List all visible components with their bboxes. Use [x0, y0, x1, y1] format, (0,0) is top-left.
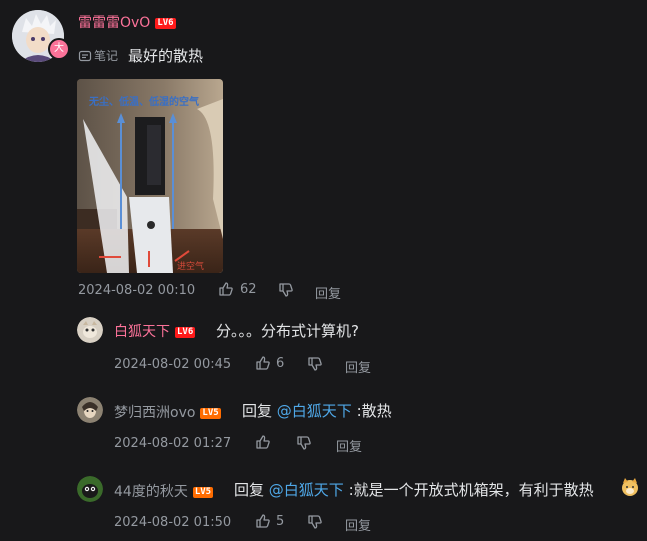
like-button[interactable]: 5 — [255, 513, 284, 529]
note-tag-label: 笔记 — [94, 49, 119, 63]
doge-emoji-icon — [620, 477, 640, 497]
level-badge: LV5 — [200, 407, 221, 419]
like-count: 5 — [276, 513, 285, 529]
reply-time: 2024-08-02 01:27 — [114, 436, 232, 451]
reply-avatar[interactable] — [77, 476, 103, 502]
reply-avatar[interactable] — [77, 397, 103, 423]
dislike-button[interactable] — [296, 435, 312, 451]
reply-button[interactable]: 回复 — [336, 436, 362, 455]
reply-text: 分。。。分布式计算机? — [216, 322, 359, 340]
note-tag: 笔记 — [78, 47, 118, 64]
reply-author[interactable]: 白狐天下 LV6 — [114, 321, 196, 341]
reply-avatar[interactable] — [77, 317, 103, 343]
image-label: 进空气 — [177, 262, 205, 272]
comment-author[interactable]: 雷雷雷OvO LV6 — [78, 12, 176, 32]
reply-button[interactable]: 回复 — [345, 357, 371, 376]
like-button[interactable]: 6 — [255, 355, 284, 371]
thumb-up-icon — [256, 356, 270, 370]
reply-button[interactable]: 回复 — [345, 515, 371, 534]
reply-author[interactable]: 44度的秋天 LV5 — [114, 481, 214, 501]
dislike-button[interactable] — [278, 282, 294, 298]
thumb-down-icon — [279, 283, 293, 297]
comment-body: 笔记 最好的散热 — [78, 45, 203, 66]
reply-author[interactable]: 梦归西洲ovo LV5 — [114, 402, 221, 422]
thumb-down-icon — [308, 515, 322, 529]
reply-content: 回复 @白狐天下 :就是一个开放式机箱架，有利于散热 — [234, 479, 594, 500]
username[interactable]: 梦归西洲ovo — [114, 405, 195, 421]
reply-prefix: 回复 — [242, 402, 273, 420]
reply-time: 2024-08-02 01:50 — [114, 515, 232, 530]
username[interactable]: 雷雷雷OvO — [78, 15, 150, 31]
comment-time: 2024-08-02 00:10 — [78, 283, 196, 298]
like-count: 62 — [240, 281, 257, 297]
image-caption: 无尘、低温、低湿的空气 — [89, 97, 199, 108]
reply-content: 回复 @白狐天下 :散热 — [242, 400, 392, 421]
reply-button[interactable]: 回复 — [315, 283, 341, 302]
like-count: 6 — [276, 355, 285, 371]
reply-time: 2024-08-02 00:45 — [114, 357, 232, 372]
comment-meta: 2024-08-02 00:10 — [78, 283, 195, 298]
thumb-up-icon — [219, 282, 233, 296]
level-badge: LV5 — [192, 486, 214, 498]
like-button[interactable] — [255, 434, 271, 450]
thumb-up-icon — [256, 514, 270, 528]
level-badge: LV6 — [175, 326, 196, 338]
reply-prefix: 回复 — [234, 481, 265, 499]
reply-text: :散热 — [356, 402, 392, 420]
like-button[interactable]: 62 — [218, 281, 257, 297]
note-icon — [78, 50, 92, 61]
username[interactable]: 44度的秋天 — [114, 484, 188, 500]
thumb-down-icon — [297, 436, 311, 450]
dislike-button[interactable] — [307, 356, 323, 372]
thumb-down-icon — [308, 357, 322, 371]
comment-image[interactable]: 无尘、低温、低湿的空气 进空气 — [77, 79, 223, 273]
comment-text: 最好的散热 — [128, 47, 204, 65]
user-mention[interactable]: @白狐天下 — [269, 481, 344, 499]
avatar-badge: 大 — [48, 38, 70, 60]
username[interactable]: 白狐天下 — [114, 324, 170, 340]
level-badge: LV6 — [155, 17, 176, 29]
dislike-button[interactable] — [307, 514, 323, 530]
reply-text: :就是一个开放式机箱架，有利于散热 — [348, 481, 594, 499]
thumb-up-icon — [256, 435, 270, 449]
user-mention[interactable]: @白狐天下 — [277, 402, 352, 420]
